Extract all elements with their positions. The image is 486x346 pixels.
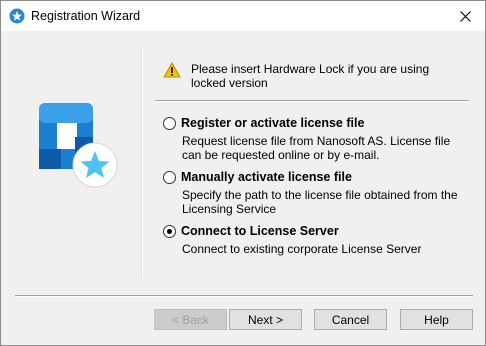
radio-license-server[interactable] (163, 225, 176, 238)
option-label[interactable]: Connect to License Server (181, 224, 339, 238)
radio-manual-activate[interactable] (163, 171, 176, 184)
wizard-body: Please insert Hardware Lock if you are u… (1, 31, 485, 345)
warning-icon (163, 62, 181, 78)
vertical-divider (141, 45, 143, 279)
hardware-lock-notice: Please insert Hardware Lock if you are u… (191, 62, 430, 90)
option-label[interactable]: Manually activate license file (181, 170, 352, 184)
nanosoft-logo-icon (39, 103, 118, 188)
option-description: Request license file from Nanosoft AS. L… (182, 134, 451, 162)
window-title: Registration Wizard (31, 9, 141, 23)
app-star-icon (9, 8, 25, 24)
radio-selected-dot (167, 229, 172, 234)
button-separator (15, 295, 473, 297)
next-button[interactable]: Next > (229, 309, 302, 330)
cancel-button[interactable]: Cancel (314, 309, 387, 330)
help-button[interactable]: Help (400, 309, 473, 330)
option-label[interactable]: Register or activate license file (181, 116, 364, 130)
option-description: Connect to existing corporate License Se… (182, 242, 422, 256)
title-bar: Registration Wizard (1, 1, 485, 31)
registration-wizard-window: Registration Wizard Please insert Hardwa… (0, 0, 486, 346)
notice-separator (155, 100, 469, 102)
close-icon (459, 10, 471, 22)
option-description: Specify the path to the license file obt… (182, 188, 458, 216)
back-button[interactable]: < Back (154, 309, 227, 330)
radio-register-license[interactable] (163, 117, 176, 130)
close-button[interactable] (445, 1, 485, 31)
